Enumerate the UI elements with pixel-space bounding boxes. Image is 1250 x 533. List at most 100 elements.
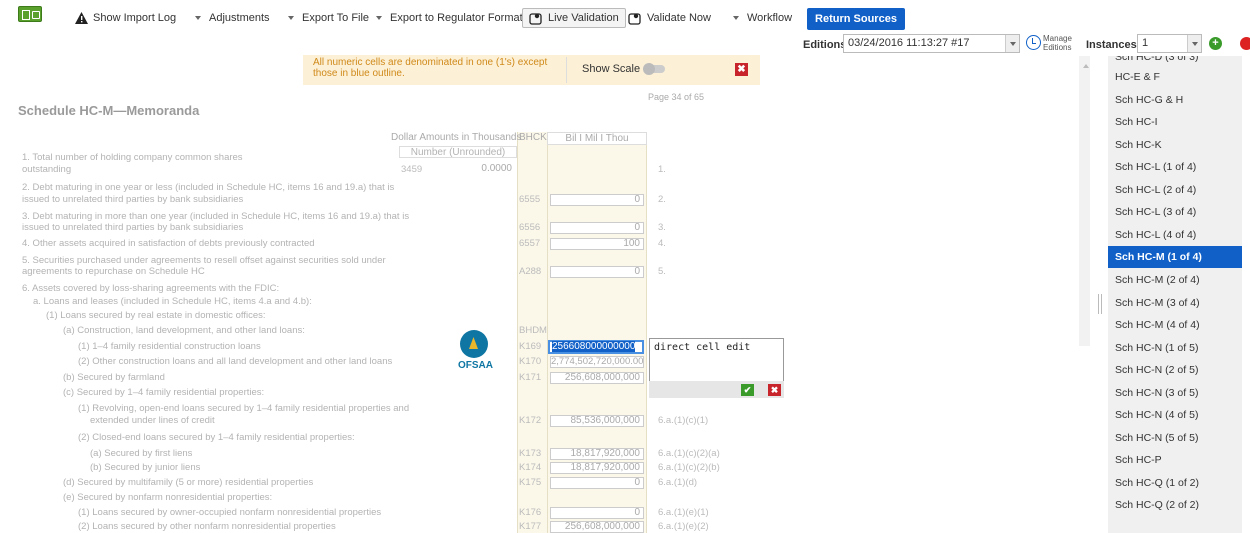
row-label: a. Loans and leases (included in Schedul… xyxy=(33,296,312,307)
editions-sublabel: Editions xyxy=(1043,43,1072,52)
banner-message: All numeric cells are denominated in one… xyxy=(313,57,548,79)
item-reference: 6.a.(1)(c)(2)(b) xyxy=(658,462,720,473)
chevron-down-icon xyxy=(733,16,739,20)
sidebar-item[interactable]: HC-E & F xyxy=(1108,66,1242,88)
item-code: K170 xyxy=(519,356,542,367)
item-reference: 2. xyxy=(658,194,666,205)
sidebar-item[interactable]: Sch HC-L (4 of 4) xyxy=(1108,224,1242,246)
export-to-regulator-menu[interactable]: Export to Regulator Format xyxy=(376,9,523,27)
sidebar-item[interactable]: Sch HC-M (4 of 4) xyxy=(1108,314,1242,336)
show-scale-toggle[interactable] xyxy=(643,63,665,75)
warning-icon xyxy=(75,12,88,24)
row-label: 5. Securities purchased under agreements… xyxy=(22,255,386,266)
sidebar-item[interactable]: Sch HC-I xyxy=(1108,111,1242,133)
close-banner-button[interactable]: ✖ xyxy=(735,63,748,76)
vertical-scrollbar[interactable] xyxy=(1079,56,1090,346)
denomination-banner: All numeric cells are denominated in one… xyxy=(303,55,760,85)
row-label: 4. Other assets acquired in satisfaction… xyxy=(22,238,315,249)
amount-cell[interactable]: 2,774,502,720,000.00 xyxy=(550,356,644,368)
sidebar-item[interactable]: Sch HC-M (3 of 4) xyxy=(1108,292,1242,314)
clock-icon[interactable] xyxy=(1026,35,1041,50)
sidebar-item[interactable]: Sch HC-K xyxy=(1108,134,1242,156)
sidebar-item[interactable]: Sch HC-M (1 of 4) xyxy=(1108,246,1242,269)
row-label: (b) Secured by farmland xyxy=(63,372,165,383)
sidebar-item[interactable]: Sch HC-N (3 of 5) xyxy=(1108,382,1242,404)
row-label: extended under lines of credit xyxy=(90,415,215,426)
sidebar-item[interactable]: Sch HC-L (1 of 4) xyxy=(1108,156,1242,178)
amount-cell[interactable]: 0 xyxy=(550,507,644,519)
sidebar-item[interactable]: Sch HC-L (2 of 4) xyxy=(1108,179,1242,201)
sidebar-item[interactable]: Sch HC-G & H xyxy=(1108,89,1242,111)
number-unrounded-header: Number (Unrounded) xyxy=(399,146,517,158)
cancel-edit-button[interactable]: ✖ xyxy=(768,384,781,396)
amount-cell[interactable]: 0 xyxy=(550,194,644,206)
adjustments-menu[interactable]: Adjustments xyxy=(195,9,270,27)
workflow-menu[interactable]: Workflow xyxy=(733,9,792,27)
return-sources-button[interactable]: Return Sources xyxy=(807,8,905,30)
row-label: (2) Closed-end loans secured by 1–4 fami… xyxy=(78,432,355,443)
app-switcher-icon[interactable] xyxy=(18,6,42,22)
amount-cell[interactable]: 0.0000 xyxy=(430,164,515,176)
amount-cell[interactable]: 0 xyxy=(550,222,644,234)
chevron-down-icon[interactable] xyxy=(1187,35,1201,52)
amount-cell[interactable]: 18,817,920,000 xyxy=(550,448,644,460)
sidebar-item[interactable]: Sch HC-M (2 of 4) xyxy=(1108,269,1242,291)
item-code: 6557 xyxy=(519,238,541,249)
validation-icon xyxy=(529,12,542,25)
amount-cell[interactable]: 100 xyxy=(550,238,644,250)
live-validation-button[interactable]: Live Validation xyxy=(522,8,626,28)
sidebar-item[interactable]: Sch HC-N (5 of 5) xyxy=(1108,427,1242,449)
sidebar-item[interactable]: Sch HC-Q (1 of 2) xyxy=(1108,472,1242,494)
remove-instance-icon[interactable] xyxy=(1240,37,1250,50)
confirm-edit-button[interactable]: ✔ xyxy=(741,384,754,396)
item-code: BHDM xyxy=(519,325,547,336)
page-title: Schedule HC-M—Memoranda xyxy=(18,103,200,118)
validate-now-button[interactable]: Validate Now xyxy=(628,9,711,27)
k169-edit-field[interactable]: 256608000000000 xyxy=(548,340,644,354)
item-code: 3459 xyxy=(401,164,423,175)
row-label: (2) Loans secured by other nonfarm nonre… xyxy=(78,521,336,532)
sidebar-item[interactable]: Sch HC-N (1 of 5) xyxy=(1108,337,1242,359)
sidebar-item[interactable]: Sch HC-Q (2 of 2) xyxy=(1108,494,1242,516)
banner-divider xyxy=(566,57,567,83)
item-code: K169 xyxy=(519,341,542,352)
amount-cell[interactable]: 256,608,000,000 xyxy=(550,521,644,533)
row-label: (c) Secured by 1–4 family residential pr… xyxy=(63,387,265,398)
sidebar-item[interactable]: Sch HC-P xyxy=(1108,449,1242,471)
chevron-down-icon xyxy=(376,16,382,20)
amount-cell[interactable]: 0 xyxy=(550,266,644,278)
add-instance-icon[interactable]: + xyxy=(1209,37,1222,50)
item-code: K175 xyxy=(519,477,542,488)
direct-cell-edit-popup[interactable]: direct cell edit xyxy=(649,338,784,382)
row-label: issued to unrelated third parties by ban… xyxy=(22,222,244,233)
item-code: A288 xyxy=(519,266,542,277)
row-label: agreements to repurchase on Schedule HC xyxy=(22,266,205,277)
instances-select[interactable]: 1 xyxy=(1137,34,1202,53)
row-label: (e) Secured by nonfarm nonresidential pr… xyxy=(63,492,273,503)
chevron-down-icon xyxy=(288,16,294,20)
sidebar-item[interactable]: Sch HC-N (4 of 5) xyxy=(1108,404,1242,426)
header-amounts: Dollar Amounts in Thousands xyxy=(391,132,522,143)
chevron-down-icon[interactable] xyxy=(1005,35,1019,52)
manage-editions-link[interactable]: Manage Editions xyxy=(1043,34,1072,52)
scroll-up-icon[interactable] xyxy=(1083,64,1089,68)
row-label: (1) Loans secured by owner-occupied nonf… xyxy=(78,507,382,518)
sidebar-item[interactable]: Sch HC-N (2 of 5) xyxy=(1108,359,1242,381)
editions-select[interactable]: 03/24/2016 11:13:27 #17 xyxy=(843,34,1020,53)
amount-cell[interactable]: 18,817,920,000 xyxy=(550,462,644,474)
workflow-label: Workflow xyxy=(747,12,793,24)
schedule-sidebar: Sch HC-D (3 of 3) HC-E & F Sch HC-G & H Sch… xyxy=(1108,56,1242,533)
show-import-log-button[interactable]: Show Import Log xyxy=(75,9,176,27)
amount-cell[interactable]: 256,608,000,000 xyxy=(550,372,644,384)
row-label: 1. Total number of holding company commo… xyxy=(22,152,243,163)
amount-cell[interactable]: 85,536,000,000 xyxy=(550,415,644,427)
export-to-file-menu[interactable]: Export To File xyxy=(288,9,369,27)
row-label: (a) Secured by first liens xyxy=(90,448,193,459)
amount-cell[interactable]: 0 xyxy=(550,477,644,489)
item-code: 6556 xyxy=(519,222,541,233)
item-code: K174 xyxy=(519,462,542,473)
sidebar-item[interactable]: Sch HC-L (3 of 4) xyxy=(1108,201,1242,223)
splitter-handle[interactable] xyxy=(1098,294,1102,314)
validate-now-label: Validate Now xyxy=(647,12,711,24)
row-label: (1) Loans secured by real estate in dome… xyxy=(46,310,266,321)
